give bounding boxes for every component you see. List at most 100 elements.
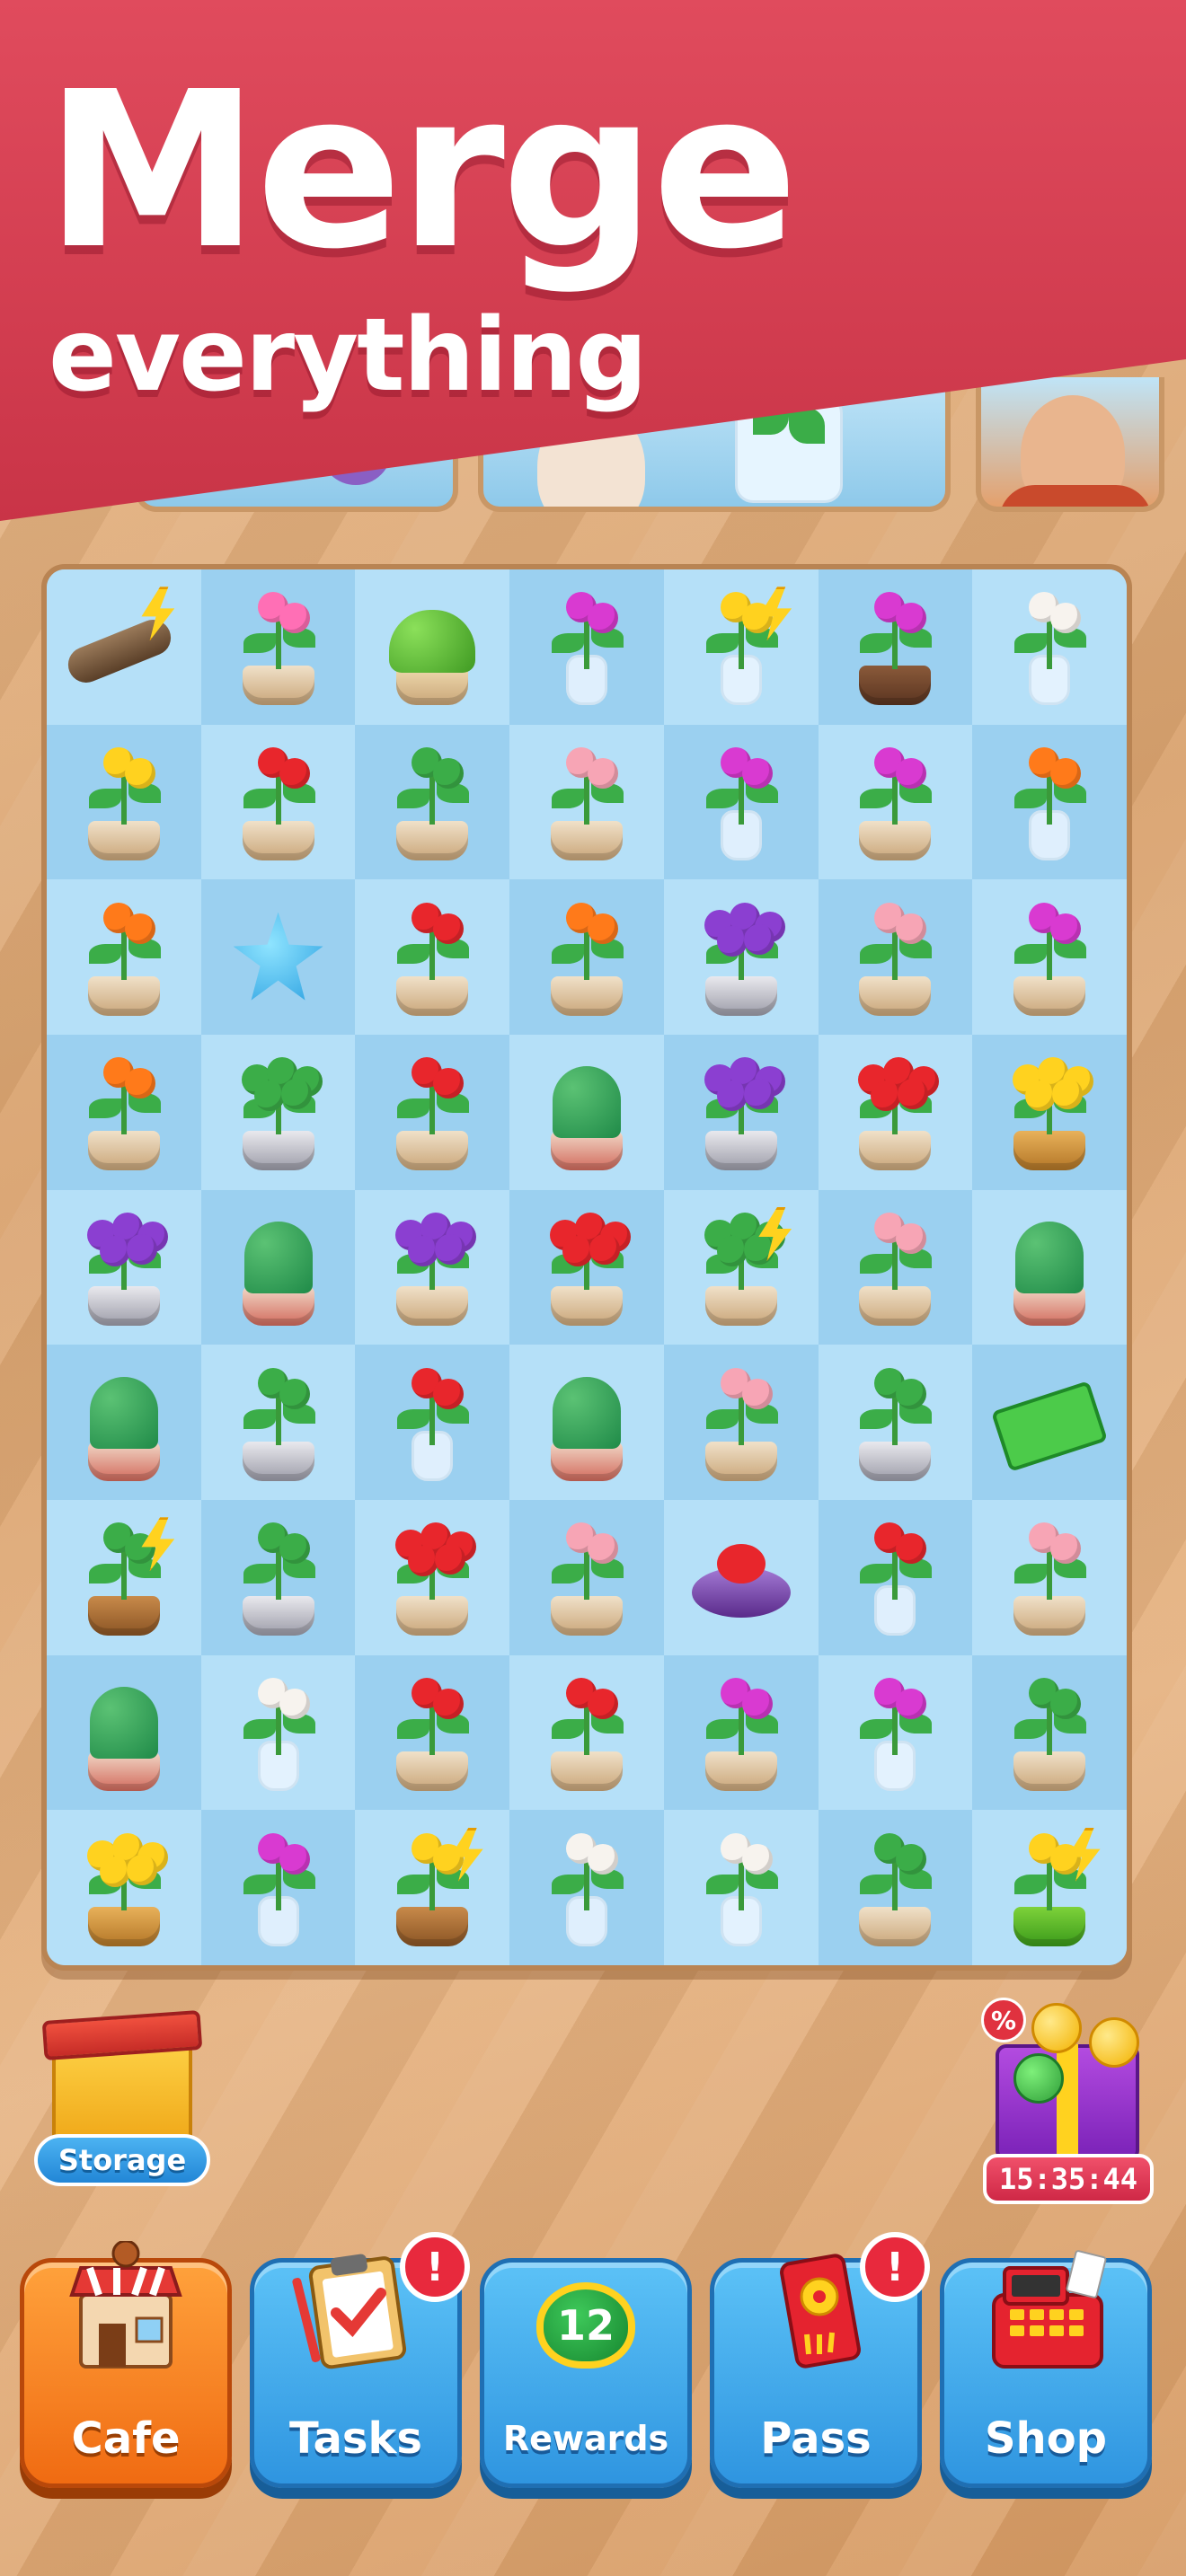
board-cell[interactable] — [972, 569, 1127, 725]
red-rose-bouquet-icon[interactable] — [519, 1200, 654, 1335]
board-cell[interactable] — [972, 1500, 1127, 1655]
purple-tulips-icon[interactable] — [365, 1200, 500, 1335]
board-cell[interactable] — [818, 569, 973, 725]
board-cell[interactable] — [47, 1035, 201, 1190]
jade-plant-icon[interactable] — [211, 1355, 346, 1490]
red-amaryllis-icon[interactable] — [519, 1665, 654, 1800]
board-cell[interactable] — [818, 1345, 973, 1500]
board-cell[interactable] — [972, 1035, 1127, 1190]
yellow-tulip-pineapple-icon[interactable] — [57, 1821, 191, 1955]
red-tulip-bowl-icon[interactable] — [828, 1045, 962, 1179]
pink-peony-icon[interactable] — [828, 890, 962, 1025]
nav-shop[interactable]: Shop — [940, 2250, 1152, 2488]
board-cell[interactable] — [818, 1654, 973, 1811]
red-amaryllis-icon[interactable] — [365, 1665, 500, 1800]
yellow-stand-icon[interactable] — [57, 735, 191, 869]
board-cell[interactable] — [663, 569, 819, 725]
cactus-pot-icon[interactable] — [519, 1355, 654, 1490]
white-lily-vase-icon[interactable] — [982, 579, 1117, 714]
pink-orchid-icon[interactable] — [828, 735, 962, 869]
white-lily-icon[interactable] — [674, 1821, 809, 1955]
board-cell[interactable] — [200, 724, 356, 880]
pink-peony-icon[interactable] — [674, 1355, 809, 1490]
board-cell[interactable] — [663, 879, 819, 1035]
board-cell[interactable] — [200, 1345, 356, 1500]
board-cell[interactable] — [509, 724, 664, 880]
board-cell[interactable] — [509, 1654, 664, 1811]
board-cell[interactable] — [818, 1189, 973, 1345]
board-cell[interactable] — [47, 569, 201, 725]
board-cell[interactable] — [972, 1189, 1127, 1345]
board-cell[interactable] — [663, 724, 819, 880]
cactus-pot-icon[interactable] — [982, 1200, 1117, 1335]
succulent-rosette-icon[interactable] — [519, 735, 654, 869]
tulip-bag-icon[interactable] — [674, 890, 809, 1025]
board-cell[interactable] — [47, 1810, 201, 1965]
board-cell[interactable] — [818, 1500, 973, 1655]
board-cell[interactable] — [509, 1035, 664, 1190]
magenta-lily-icon[interactable] — [674, 735, 809, 869]
yellow-tulip-pineapple-icon[interactable] — [982, 1045, 1117, 1179]
bird-of-paradise-icon[interactable] — [519, 890, 654, 1025]
board-cell[interactable] — [200, 1810, 356, 1965]
nav-tasks[interactable]: ! Tasks — [250, 2232, 470, 2488]
board-cell[interactable] — [663, 1345, 819, 1500]
cactus-pot-icon[interactable] — [519, 1045, 654, 1179]
board-cell[interactable] — [47, 1345, 201, 1500]
bird-of-paradise-icon[interactable] — [57, 890, 191, 1025]
white-orchid-vase-icon[interactable] — [519, 579, 654, 714]
board-cell[interactable] — [509, 1189, 664, 1345]
board-cell[interactable] — [818, 1810, 973, 1965]
bromeliad-pink-icon[interactable] — [211, 579, 346, 714]
board-cell[interactable] — [355, 724, 510, 880]
red-amaryllis-icon[interactable] — [365, 1045, 500, 1179]
orange-lily-icon[interactable] — [982, 735, 1117, 869]
orchid-tube-icon[interactable] — [211, 1821, 346, 1955]
storage-button[interactable]: Storage — [34, 2008, 210, 2188]
green-branch-icon[interactable] — [828, 1821, 962, 1955]
red-amaryllis-icon[interactable] — [365, 890, 500, 1025]
customer-card[interactable] — [976, 377, 1164, 512]
board-cell[interactable] — [355, 1500, 510, 1655]
eucalyptus-icon[interactable] — [982, 1665, 1117, 1800]
orchid-globe-icon[interactable] — [982, 890, 1117, 1025]
bouquet-bucket-icon[interactable] — [674, 1200, 809, 1335]
board-cell[interactable] — [355, 1810, 510, 1965]
tulip-bag-grey-icon[interactable] — [674, 1045, 809, 1179]
board-cell[interactable] — [509, 1810, 664, 1965]
board-cell[interactable] — [818, 724, 973, 880]
green-cactus-icon[interactable] — [57, 1665, 191, 1800]
bromeliad-red-icon[interactable] — [211, 735, 346, 869]
board-cell[interactable] — [972, 879, 1127, 1035]
special-offer-button[interactable]: % 15:35:44 — [978, 1990, 1157, 2210]
cactus-pot-icon[interactable] — [57, 1355, 191, 1490]
bunny-cactus-icon[interactable] — [365, 579, 500, 714]
aloe-pot-icon[interactable] — [828, 1355, 962, 1490]
board-cell[interactable] — [509, 879, 664, 1035]
board-cell[interactable] — [355, 1189, 510, 1345]
board-cell[interactable] — [47, 879, 201, 1035]
board-cell[interactable] — [509, 569, 664, 725]
pink-peony-icon[interactable] — [519, 1510, 654, 1645]
seedling-glass-icon[interactable] — [674, 579, 809, 714]
board-cell[interactable] — [663, 1500, 819, 1655]
white-orchid-vase-icon[interactable] — [828, 1665, 962, 1800]
succulent-crate-icon[interactable] — [57, 1510, 191, 1645]
board-cell[interactable] — [47, 1500, 201, 1655]
pink-peony-icon[interactable] — [828, 1200, 962, 1335]
board-cell[interactable] — [509, 1500, 664, 1655]
red-tulip-bowl-icon[interactable] — [365, 1510, 500, 1645]
seedling-crate-icon[interactable] — [365, 1821, 500, 1955]
board-cell[interactable] — [509, 1345, 664, 1500]
board-cell[interactable] — [200, 1035, 356, 1190]
blue-star-icon[interactable] — [211, 890, 346, 1025]
nav-cafe[interactable]: Cafe — [20, 2241, 232, 2488]
white-lily-vase-icon[interactable] — [211, 1665, 346, 1800]
red-rose-vase-icon[interactable] — [828, 1510, 962, 1645]
board-cell[interactable] — [355, 1035, 510, 1190]
board-cell[interactable] — [47, 1654, 201, 1811]
board-cell[interactable] — [47, 1189, 201, 1345]
pink-orchid-pot-icon[interactable] — [828, 579, 962, 714]
aloe-pot-icon[interactable] — [211, 1510, 346, 1645]
nav-rewards[interactable]: 12 Rewards — [480, 2258, 692, 2488]
